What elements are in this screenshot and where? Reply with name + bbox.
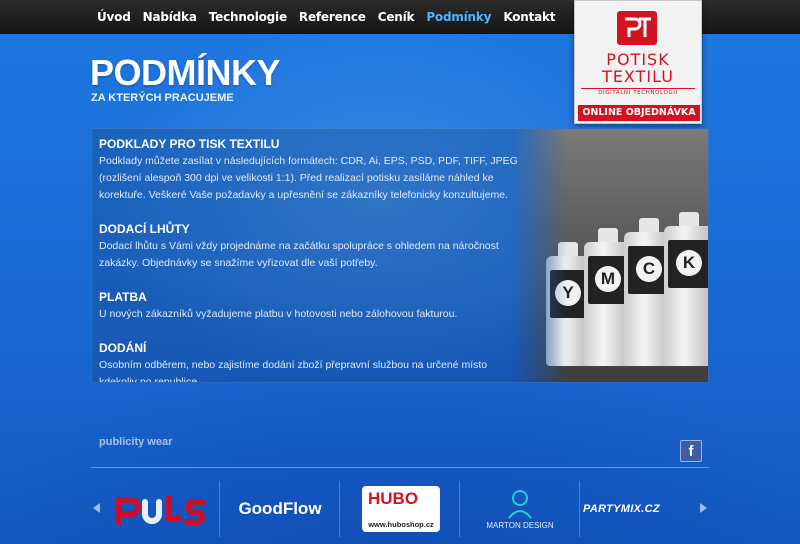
section-dodaci-lhuty: DODACÍ LHŮTY Dodací lhůtu s Vámi vždy pr… [99, 222, 519, 272]
hubo-logo: HUBO www.huboshop.cz [362, 486, 440, 532]
section-body: U nových zákazníků vyžadujeme platbu v h… [99, 308, 458, 320]
partner-separator [459, 481, 460, 537]
bottle-cap [558, 242, 578, 256]
section-platba: PLATBA U nových zákazníků vyžadujeme pla… [99, 290, 519, 323]
publicity-wear-logo[interactable]: publicity wear [99, 437, 177, 459]
partner-separator [579, 481, 580, 537]
section-heading: DODACÍ LHŮTY [99, 222, 190, 236]
carousel-prev-icon[interactable] [93, 503, 100, 513]
bottle-letter: C [636, 256, 662, 282]
nav-item-reference[interactable]: Reference [299, 10, 366, 24]
section-body: Osobním odběrem, nebo zajistíme dodání z… [99, 359, 488, 383]
partner-goodflow[interactable]: GoodFlow [221, 481, 339, 537]
bottle-cap [679, 212, 699, 226]
section-body: Podklady můžete zasílat v následujících … [99, 155, 518, 201]
ink-bottles-photo: Y M C K [512, 129, 708, 382]
brand-logo[interactable]: POTISK TEXTILU DIGITÁLNÍ TECHNOLOGII ONL… [574, 0, 702, 124]
main-nav: Úvod Nabídka Technologie Reference Ceník… [97, 10, 556, 24]
section-heading: DODÁNÍ [99, 341, 147, 355]
pt-logo-icon [617, 11, 657, 45]
terms-text: PODKLADY PRO TISK TEXTILU Podklady můžet… [99, 137, 519, 383]
puls-logo-icon [116, 495, 206, 525]
partner-carousel: GoodFlow HUBO www.huboshop.cz MARTON DES… [91, 475, 709, 544]
page-title: PODMÍNKY [90, 52, 281, 93]
partner-separator [219, 481, 220, 537]
section-dodani: DODÁNÍ Osobním odběrem, nebo zajistíme d… [99, 341, 519, 383]
footer-divider [91, 467, 709, 468]
hubo-name: HUBO [368, 489, 419, 508]
partymix-label: PARTYMIX.CZ [583, 503, 660, 515]
section-heading: PLATBA [99, 290, 147, 304]
marton-avatar-icon [508, 489, 532, 519]
logo-subtitle: DIGITÁLNÍ TECHNOLOGII [581, 88, 695, 96]
partner-hubo[interactable]: HUBO www.huboshop.cz [353, 481, 449, 537]
online-order-button[interactable]: ONLINE OBJEDNÁVKA [578, 105, 700, 121]
nav-item-kontakt[interactable]: Kontakt [503, 10, 555, 24]
bottle-cap [598, 228, 618, 242]
partner-marton-design[interactable]: MARTON DESIGN [461, 481, 579, 537]
bottle-letter: K [676, 250, 702, 276]
nav-item-technologie[interactable]: Technologie [209, 10, 287, 24]
nav-item-podminky[interactable]: Podmínky [426, 10, 491, 24]
section-body: Dodací lhůtu s Vámi vždy projednáme na z… [99, 240, 499, 269]
bottle-letter: M [595, 266, 621, 292]
bottle-cap [639, 218, 659, 232]
bottle-black: K [664, 212, 708, 366]
partner-separator [339, 481, 340, 537]
content-panel: PODKLADY PRO TISK TEXTILU Podklady můžet… [91, 128, 709, 383]
section-podklady: PODKLADY PRO TISK TEXTILU Podklady můžet… [99, 137, 519, 204]
hubo-url: www.huboshop.cz [368, 520, 434, 529]
partner-partymix[interactable]: PARTYMIX.CZ [583, 481, 695, 537]
logo-title: POTISK TEXTILU [602, 50, 674, 86]
nav-item-nabidka[interactable]: Nabídka [143, 10, 197, 24]
facebook-icon[interactable]: f [680, 440, 702, 462]
bottle-letter: Y [555, 280, 581, 306]
marton-label: MARTON DESIGN [486, 520, 554, 530]
nav-item-uvod[interactable]: Úvod [97, 10, 131, 24]
carousel-next-icon[interactable] [700, 503, 707, 513]
page-subtitle: ZA KTERÝCH PRACUJEME [91, 92, 234, 104]
nav-item-cenik[interactable]: Ceník [378, 10, 415, 24]
partner-puls[interactable] [107, 481, 219, 537]
section-heading: PODKLADY PRO TISK TEXTILU [99, 137, 280, 151]
